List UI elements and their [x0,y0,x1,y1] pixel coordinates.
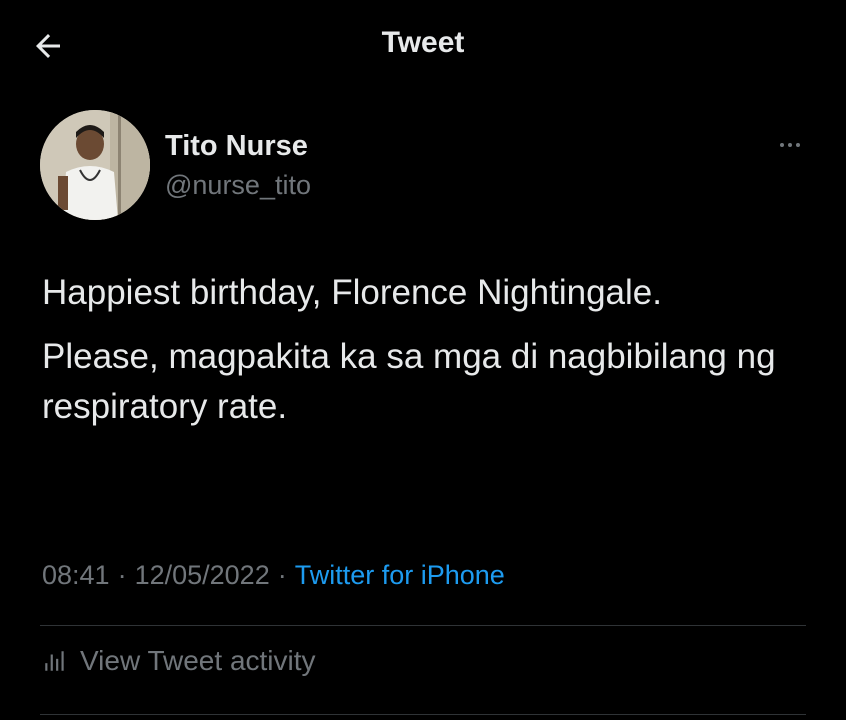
more-options-button[interactable] [770,130,810,160]
page-title: Tweet [381,26,465,59]
author-display-name[interactable]: Tito Nurse [165,128,311,164]
more-dot-icon [796,143,800,147]
tweet-text: Happiest birthday, Florence Nightingale.… [42,268,802,432]
more-dot-icon [788,143,792,147]
tweet-date[interactable]: 12/05/2022 [135,560,270,590]
tweet-source-link[interactable]: Twitter for iPhone [295,560,505,590]
divider [40,625,806,626]
view-tweet-activity-button[interactable]: View Tweet activity [42,645,316,677]
analytics-icon [45,651,64,671]
avatar-image [40,110,150,220]
tweet-metadata: 08:41 · 12/05/2022 · Twitter for iPhone [42,560,505,591]
more-dot-icon [780,143,784,147]
author-handle[interactable]: @nurse_tito [165,167,311,203]
tweet-author: Tito Nurse @nurse_tito [40,110,810,220]
divider [40,714,806,715]
tweet-paragraph: Please, magpakita ka sa mga di nagbibila… [42,337,776,426]
top-bar: Tweet [0,0,846,90]
tweet-time[interactable]: 08:41 [42,560,110,590]
tweet-paragraph: Happiest birthday, Florence Nightingale. [42,273,662,312]
separator: · [277,560,287,590]
avatar[interactable] [40,110,150,220]
activity-label: View Tweet activity [80,645,316,676]
separator: · [117,560,127,590]
